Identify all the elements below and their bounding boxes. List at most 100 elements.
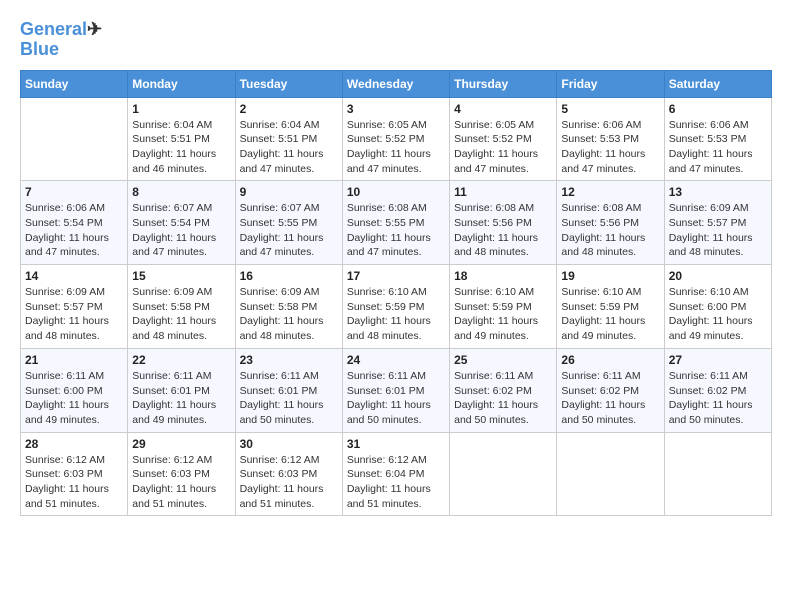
calendar-cell bbox=[21, 97, 128, 181]
calendar-cell: 22 Sunrise: 6:11 AMSunset: 6:01 PMDayligh… bbox=[128, 348, 235, 432]
day-number: 24 bbox=[347, 353, 445, 367]
day-info: Sunrise: 6:10 AMSunset: 6:00 PMDaylight:… bbox=[669, 285, 767, 344]
calendar-cell: 4 Sunrise: 6:05 AMSunset: 5:52 PMDaylight… bbox=[450, 97, 557, 181]
calendar-cell: 11 Sunrise: 6:08 AMSunset: 5:56 PMDayligh… bbox=[450, 181, 557, 265]
day-number: 5 bbox=[561, 102, 659, 116]
day-info: Sunrise: 6:09 AMSunset: 5:58 PMDaylight:… bbox=[132, 285, 230, 344]
day-info: Sunrise: 6:11 AMSunset: 6:02 PMDaylight:… bbox=[561, 369, 659, 428]
day-number: 9 bbox=[240, 185, 338, 199]
weekday-header-wednesday: Wednesday bbox=[342, 70, 449, 97]
calendar-cell: 18 Sunrise: 6:10 AMSunset: 5:59 PMDayligh… bbox=[450, 265, 557, 349]
day-info: Sunrise: 6:08 AMSunset: 5:55 PMDaylight:… bbox=[347, 201, 445, 260]
day-number: 28 bbox=[25, 437, 123, 451]
calendar-week-2: 7 Sunrise: 6:06 AMSunset: 5:54 PMDaylight… bbox=[21, 181, 772, 265]
day-number: 23 bbox=[240, 353, 338, 367]
day-number: 7 bbox=[25, 185, 123, 199]
day-number: 14 bbox=[25, 269, 123, 283]
day-number: 8 bbox=[132, 185, 230, 199]
weekday-header-saturday: Saturday bbox=[664, 70, 771, 97]
day-number: 20 bbox=[669, 269, 767, 283]
day-number: 13 bbox=[669, 185, 767, 199]
calendar-cell bbox=[557, 432, 664, 516]
day-number: 2 bbox=[240, 102, 338, 116]
calendar-cell: 26 Sunrise: 6:11 AMSunset: 6:02 PMDayligh… bbox=[557, 348, 664, 432]
calendar-cell: 27Sunrise: 6:11 AMSunset: 6:02 PMDayligh… bbox=[664, 348, 771, 432]
day-info: Sunrise: 6:10 AMSunset: 5:59 PMDaylight:… bbox=[347, 285, 445, 344]
day-info: Sunrise: 6:11 AMSunset: 6:02 PMDaylight:… bbox=[669, 369, 767, 428]
calendar-cell: 15 Sunrise: 6:09 AMSunset: 5:58 PMDayligh… bbox=[128, 265, 235, 349]
weekday-header-thursday: Thursday bbox=[450, 70, 557, 97]
calendar-cell: 6 Sunrise: 6:06 AMSunset: 5:53 PMDaylight… bbox=[664, 97, 771, 181]
day-info: Sunrise: 6:08 AMSunset: 5:56 PMDaylight:… bbox=[561, 201, 659, 260]
logo: General✈Blue bbox=[20, 20, 102, 60]
day-info: Sunrise: 6:06 AMSunset: 5:54 PMDaylight:… bbox=[25, 201, 123, 260]
day-info: Sunrise: 6:12 AMSunset: 6:04 PMDaylight:… bbox=[347, 453, 445, 512]
calendar-cell: 21 Sunrise: 6:11 AMSunset: 6:00 PMDayligh… bbox=[21, 348, 128, 432]
calendar-week-1: 1Sunrise: 6:04 AMSunset: 5:51 PMDaylight… bbox=[21, 97, 772, 181]
day-info: Sunrise: 6:05 AMSunset: 5:52 PMDaylight:… bbox=[347, 118, 445, 177]
calendar-cell: 25Sunrise: 6:11 AMSunset: 6:02 PMDayligh… bbox=[450, 348, 557, 432]
day-info: Sunrise: 6:11 AMSunset: 6:02 PMDaylight:… bbox=[454, 369, 552, 428]
calendar-cell: 17 Sunrise: 6:10 AMSunset: 5:59 PMDayligh… bbox=[342, 265, 449, 349]
day-number: 15 bbox=[132, 269, 230, 283]
page-header: General✈Blue bbox=[20, 20, 772, 60]
calendar-cell: 31 Sunrise: 6:12 AMSunset: 6:04 PMDayligh… bbox=[342, 432, 449, 516]
day-info: Sunrise: 6:11 AMSunset: 6:01 PMDaylight:… bbox=[240, 369, 338, 428]
calendar-cell: 28 Sunrise: 6:12 AMSunset: 6:03 PMDayligh… bbox=[21, 432, 128, 516]
day-number: 3 bbox=[347, 102, 445, 116]
day-info: Sunrise: 6:04 AMSunset: 5:51 PMDaylight:… bbox=[240, 118, 338, 177]
calendar-week-5: 28 Sunrise: 6:12 AMSunset: 6:03 PMDayligh… bbox=[21, 432, 772, 516]
day-info: Sunrise: 6:09 AMSunset: 5:57 PMDaylight:… bbox=[669, 201, 767, 260]
day-info: Sunrise: 6:06 AMSunset: 5:53 PMDaylight:… bbox=[561, 118, 659, 177]
calendar-cell: 24Sunrise: 6:11 AMSunset: 6:01 PMDayligh… bbox=[342, 348, 449, 432]
calendar-week-3: 14 Sunrise: 6:09 AMSunset: 5:57 PMDayligh… bbox=[21, 265, 772, 349]
day-number: 17 bbox=[347, 269, 445, 283]
weekday-header-tuesday: Tuesday bbox=[235, 70, 342, 97]
day-number: 22 bbox=[132, 353, 230, 367]
day-number: 12 bbox=[561, 185, 659, 199]
day-number: 26 bbox=[561, 353, 659, 367]
day-info: Sunrise: 6:09 AMSunset: 5:57 PMDaylight:… bbox=[25, 285, 123, 344]
calendar-cell: 10 Sunrise: 6:08 AMSunset: 5:55 PMDayligh… bbox=[342, 181, 449, 265]
calendar-cell: 16Sunrise: 6:09 AMSunset: 5:58 PMDayligh… bbox=[235, 265, 342, 349]
day-info: Sunrise: 6:06 AMSunset: 5:53 PMDaylight:… bbox=[669, 118, 767, 177]
day-number: 30 bbox=[240, 437, 338, 451]
day-info: Sunrise: 6:05 AMSunset: 5:52 PMDaylight:… bbox=[454, 118, 552, 177]
day-number: 29 bbox=[132, 437, 230, 451]
day-number: 4 bbox=[454, 102, 552, 116]
day-number: 19 bbox=[561, 269, 659, 283]
calendar-table: SundayMondayTuesdayWednesdayThursdayFrid… bbox=[20, 70, 772, 517]
calendar-cell: 19 Sunrise: 6:10 AMSunset: 5:59 PMDayligh… bbox=[557, 265, 664, 349]
weekday-header-sunday: Sunday bbox=[21, 70, 128, 97]
calendar-cell bbox=[450, 432, 557, 516]
day-info: Sunrise: 6:07 AMSunset: 5:55 PMDaylight:… bbox=[240, 201, 338, 260]
day-number: 6 bbox=[669, 102, 767, 116]
day-info: Sunrise: 6:12 AMSunset: 6:03 PMDaylight:… bbox=[25, 453, 123, 512]
day-number: 10 bbox=[347, 185, 445, 199]
calendar-cell: 30 Sunrise: 6:12 AMSunset: 6:03 PMDayligh… bbox=[235, 432, 342, 516]
day-info: Sunrise: 6:11 AMSunset: 6:00 PMDaylight:… bbox=[25, 369, 123, 428]
calendar-cell bbox=[664, 432, 771, 516]
day-info: Sunrise: 6:12 AMSunset: 6:03 PMDaylight:… bbox=[132, 453, 230, 512]
day-info: Sunrise: 6:04 AMSunset: 5:51 PMDaylight:… bbox=[132, 118, 230, 177]
weekday-header-friday: Friday bbox=[557, 70, 664, 97]
calendar-cell: 14 Sunrise: 6:09 AMSunset: 5:57 PMDayligh… bbox=[21, 265, 128, 349]
day-number: 11 bbox=[454, 185, 552, 199]
calendar-cell: 8Sunrise: 6:07 AMSunset: 5:54 PMDaylight… bbox=[128, 181, 235, 265]
day-info: Sunrise: 6:10 AMSunset: 5:59 PMDaylight:… bbox=[561, 285, 659, 344]
calendar-cell: 5 Sunrise: 6:06 AMSunset: 5:53 PMDaylight… bbox=[557, 97, 664, 181]
day-number: 18 bbox=[454, 269, 552, 283]
calendar-cell: 13 Sunrise: 6:09 AMSunset: 5:57 PMDayligh… bbox=[664, 181, 771, 265]
logo-text: General✈Blue bbox=[20, 20, 102, 60]
day-number: 21 bbox=[25, 353, 123, 367]
day-number: 31 bbox=[347, 437, 445, 451]
day-info: Sunrise: 6:08 AMSunset: 5:56 PMDaylight:… bbox=[454, 201, 552, 260]
calendar-cell: 2 Sunrise: 6:04 AMSunset: 5:51 PMDaylight… bbox=[235, 97, 342, 181]
calendar-cell: 20 Sunrise: 6:10 AMSunset: 6:00 PMDayligh… bbox=[664, 265, 771, 349]
calendar-week-4: 21 Sunrise: 6:11 AMSunset: 6:00 PMDayligh… bbox=[21, 348, 772, 432]
day-info: Sunrise: 6:10 AMSunset: 5:59 PMDaylight:… bbox=[454, 285, 552, 344]
day-info: Sunrise: 6:12 AMSunset: 6:03 PMDaylight:… bbox=[240, 453, 338, 512]
weekday-header-monday: Monday bbox=[128, 70, 235, 97]
day-info: Sunrise: 6:09 AMSunset: 5:58 PMDaylight:… bbox=[240, 285, 338, 344]
day-info: Sunrise: 6:11 AMSunset: 6:01 PMDaylight:… bbox=[132, 369, 230, 428]
